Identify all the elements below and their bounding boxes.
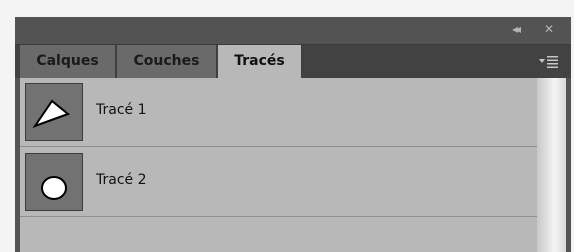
close-panel-icon[interactable]: ✕ [544, 22, 554, 36]
paths-panel: ◂◂ ✕ Calques Couches Tracés Tracé 1 Trac… [15, 17, 571, 252]
panel-menu-icon[interactable] [539, 54, 559, 68]
path-row-trace-2[interactable]: Tracé 2 [20, 148, 537, 217]
collapse-panel-icon[interactable]: ◂◂ [512, 22, 521, 36]
ellipse-path-icon [41, 176, 67, 200]
tab-layers[interactable]: Calques [20, 45, 116, 78]
panel-tab-bar: Calques Couches Tracés [15, 44, 571, 78]
tab-channels[interactable]: Couches [117, 45, 217, 78]
path-label: Tracé 1 [96, 102, 147, 118]
path-thumbnail [25, 83, 83, 141]
path-label: Tracé 2 [96, 172, 147, 188]
triangle-path-icon [32, 99, 71, 128]
path-thumbnail [25, 153, 83, 211]
path-row-trace-1[interactable]: Tracé 1 [20, 78, 537, 147]
tab-paths[interactable]: Tracés [218, 45, 302, 78]
paths-list: Tracé 1 Tracé 2 [20, 78, 566, 252]
panel-titlebar: ◂◂ ✕ [15, 17, 571, 43]
vertical-scrollbar[interactable] [537, 78, 566, 252]
